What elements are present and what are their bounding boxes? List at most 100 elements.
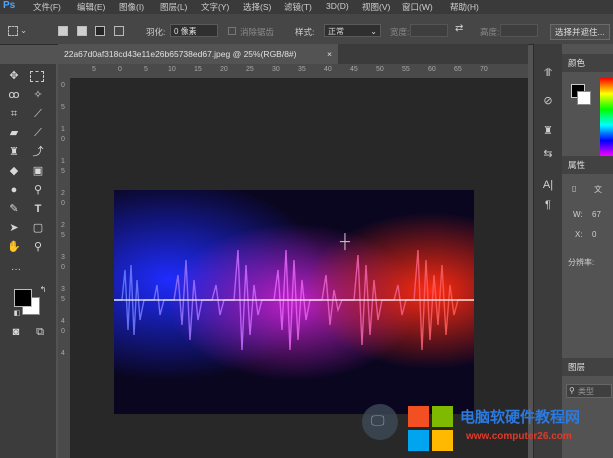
properties-panel-header[interactable]: 属性 xyxy=(562,156,613,174)
ruler-label: 0 xyxy=(61,328,65,335)
menu-type[interactable]: 文字(Y) xyxy=(201,1,229,13)
width-input[interactable] xyxy=(410,24,448,37)
windows-logo-icon xyxy=(408,406,453,451)
menu-3d[interactable]: 3D(D) xyxy=(326,1,349,11)
properties-w-value[interactable]: 67 xyxy=(592,210,601,219)
ruler-label: 5 xyxy=(61,296,65,303)
history-panel-icon[interactable]: ⥣ xyxy=(541,66,555,80)
clone-stamp-tool-icon[interactable]: ♜ xyxy=(6,144,22,160)
close-icon[interactable]: × xyxy=(327,44,332,64)
height-label: 高度: xyxy=(480,27,500,37)
brush-tool-icon[interactable]: ⟋ xyxy=(30,125,46,141)
layers-search-placeholder: 类型 xyxy=(578,387,594,396)
intersect-selection-icon[interactable] xyxy=(114,26,124,36)
lasso-tool-icon[interactable]: ꝏ xyxy=(6,87,22,103)
move-tool-icon[interactable]: ✥ xyxy=(6,68,22,84)
ruler-label: 60 xyxy=(428,66,436,73)
style-select-value: 正常 xyxy=(328,27,344,36)
marquee-preset-icon[interactable] xyxy=(8,26,18,36)
photoshop-logo: Ps xyxy=(3,0,16,11)
swap-icon[interactable]: ⇄ xyxy=(455,23,463,34)
new-selection-icon[interactable] xyxy=(58,26,68,36)
ruler-label: 40 xyxy=(324,66,332,73)
ruler-label: 50 xyxy=(376,66,384,73)
properties-x-value[interactable]: 0 xyxy=(592,230,596,239)
paragraph-panel-icon[interactable]: ¶ xyxy=(541,198,555,212)
crosshair-cursor-icon: ┼ xyxy=(340,233,350,249)
right-panels: 颜色 属性 ▯ 文 W: 67 X: 0 分辨率: 图层 ⚲ 类型 xyxy=(562,44,613,458)
add-selection-icon[interactable] xyxy=(77,26,87,36)
blur-tool-icon[interactable]: ● xyxy=(6,182,22,198)
dodge-tool-icon[interactable]: ⚲ xyxy=(30,182,46,198)
chevron-down-icon: ⌄ xyxy=(370,27,377,36)
sound-wave-image xyxy=(114,190,474,414)
menu-file[interactable]: 文件(F) xyxy=(33,1,61,13)
ruler-label: 0 xyxy=(61,200,65,207)
color-panel-background-swatch[interactable] xyxy=(577,91,591,105)
ruler-label: 30 xyxy=(272,66,280,73)
healing-brush-tool-icon[interactable]: ▰ xyxy=(6,125,22,141)
height-input[interactable] xyxy=(500,24,538,37)
brush-settings-icon[interactable]: ⇆ xyxy=(541,147,555,161)
ruler-label: 45 xyxy=(350,66,358,73)
character-panel-icon[interactable]: A| xyxy=(541,178,555,192)
ruler-label: 0 xyxy=(61,82,65,89)
menu-window[interactable]: 窗口(W) xyxy=(402,1,433,13)
adjustments-panel-icon[interactable]: ⊘ xyxy=(541,94,555,108)
layers-panel-header[interactable]: 图层 xyxy=(562,358,613,376)
default-colors-icon[interactable]: ◧ xyxy=(9,306,25,322)
foreground-color-swatch[interactable] xyxy=(14,289,32,307)
properties-x-label: X: xyxy=(575,230,583,239)
magic-wand-tool-icon[interactable]: ✧ xyxy=(30,87,46,103)
feather-input[interactable]: 0 像素 xyxy=(170,24,218,37)
tool-presets-icon[interactable]: ♜ xyxy=(541,124,555,138)
menu-edit[interactable]: 编辑(E) xyxy=(77,1,105,13)
ruler-label: 1 xyxy=(61,126,65,133)
zoom-tool-icon[interactable]: ⚲ xyxy=(30,239,46,255)
ruler-label: 65 xyxy=(454,66,462,73)
feather-label: 羽化: xyxy=(146,27,166,37)
gradient-tool-icon[interactable]: ▣ xyxy=(30,163,46,179)
menu-layer[interactable]: 图层(L) xyxy=(160,1,187,13)
ruler-label: 5 xyxy=(92,66,96,73)
type-tool-icon[interactable]: T xyxy=(30,201,46,217)
pen-tool-icon[interactable]: ✎ xyxy=(6,201,22,217)
quick-mask-icon[interactable]: ◙ xyxy=(8,324,24,340)
select-and-mask-button[interactable]: 选择并遮住... xyxy=(550,24,610,40)
crop-tool-icon[interactable]: ⌗ xyxy=(6,106,22,122)
antialias-checkbox[interactable] xyxy=(228,27,236,35)
menu-view[interactable]: 视图(V) xyxy=(362,1,390,13)
ruler-label: 2 xyxy=(61,190,65,197)
ruler-label: 3 xyxy=(61,286,65,293)
chevron-down-icon[interactable]: ⌄ xyxy=(20,25,27,36)
eraser-tool-icon[interactable]: ◆ xyxy=(6,163,22,179)
monitor-badge-icon: 🖵 xyxy=(362,404,398,440)
eyedropper-tool-icon[interactable]: ⟋ xyxy=(30,106,46,122)
properties-resolution-label: 分辨率: xyxy=(568,258,595,267)
watermark-site-name: 电脑软硬件教程网 xyxy=(460,409,581,426)
menu-filter[interactable]: 滤镜(T) xyxy=(284,1,312,13)
ruler-label: 70 xyxy=(480,66,488,73)
width-label: 宽度: xyxy=(390,27,410,37)
ruler-label: 5 xyxy=(61,168,65,175)
style-select[interactable]: 正常 ⌄ xyxy=(324,24,381,37)
menu-bar: Ps 文件(F) 编辑(E) 图像(I) 图层(L) 文字(Y) 选择(S) 滤… xyxy=(0,0,613,14)
menu-help[interactable]: 帮助(H) xyxy=(450,1,479,13)
ruler-label: 10 xyxy=(168,66,176,73)
ruler-label: 15 xyxy=(194,66,202,73)
screen-mode-icon[interactable]: ⧉ xyxy=(32,324,48,340)
menu-select[interactable]: 选择(S) xyxy=(243,1,271,13)
marquee-tool-icon[interactable] xyxy=(30,71,44,82)
subtract-selection-icon[interactable] xyxy=(95,26,105,36)
color-panel-header[interactable]: 颜色 xyxy=(562,54,613,72)
more-tools-icon[interactable]: ··· xyxy=(8,262,24,278)
layers-search-box[interactable]: ⚲ 类型 xyxy=(566,384,612,398)
hand-tool-icon[interactable]: ✋ xyxy=(6,239,22,255)
document-tab[interactable]: 22a67d0af318cd43e11e26b65738ed67.jpeg @ … xyxy=(58,44,338,64)
menu-image[interactable]: 图像(I) xyxy=(119,1,144,13)
swap-colors-icon[interactable]: ↰ xyxy=(35,282,51,298)
path-selection-tool-icon[interactable]: ➤ xyxy=(6,220,22,236)
history-brush-tool-icon[interactable]: ⤴ xyxy=(30,144,46,160)
document-image[interactable] xyxy=(114,190,474,414)
rectangle-tool-icon[interactable]: ▢ xyxy=(30,220,46,236)
